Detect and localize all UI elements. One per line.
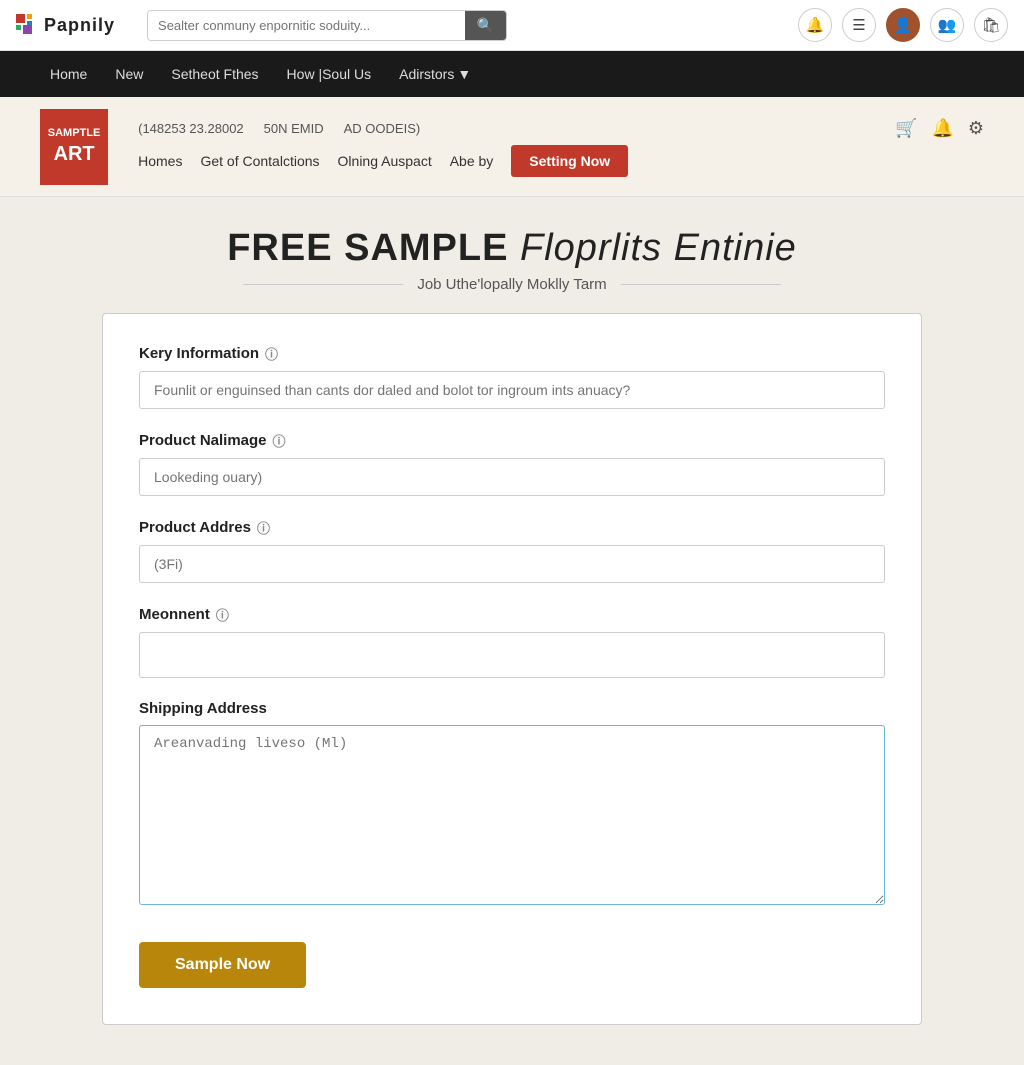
menu-icon[interactable]: ☰ <box>842 8 876 42</box>
nav-adirstors[interactable]: Adirstors ▼ <box>389 62 481 86</box>
sub-nav-contact[interactable]: Get of Contalctions <box>200 153 319 169</box>
product-name-group: Product Nalimage ⓘ <box>139 431 885 496</box>
page-title: FREE SAMPLE Floprlits Entinie <box>40 227 984 270</box>
search-button[interactable]: 🔍 <box>465 11 506 40</box>
brand-logo-line1: SAMPTLE <box>48 126 101 140</box>
setting-now-button[interactable]: Setting Now <box>511 145 628 177</box>
top-icons: 🔔 ☰ 👤 👥 🛍 <box>798 8 1008 42</box>
key-info-icon: ⓘ <box>265 344 278 363</box>
brand-icons: 🛒 🔔 ⚙ <box>895 118 984 139</box>
product-address-label: Product Addres ⓘ <box>139 518 885 537</box>
chevron-down-icon: ▼ <box>457 66 471 82</box>
product-address-info-icon: ⓘ <box>257 518 270 537</box>
logo-icon <box>16 14 38 36</box>
shipping-group: Shipping Address <box>139 700 885 910</box>
meonnent-input[interactable] <box>139 632 885 678</box>
sub-nav-abe[interactable]: Abe by <box>450 153 494 169</box>
main-nav: Home New Setheot Fthes How |Soul Us Adir… <box>0 51 1024 97</box>
notification-icon[interactable]: 🔔 <box>798 8 832 42</box>
search-bar: 🔍 <box>147 10 507 41</box>
product-name-input[interactable] <box>139 458 885 496</box>
logo-text: Papnily <box>44 15 115 36</box>
page-content: FREE SAMPLE Floprlits Entinie Job Uthe'l… <box>0 197 1024 1065</box>
user-icon[interactable]: 👤 <box>886 8 920 42</box>
key-info-group: Kery Information ⓘ <box>139 344 885 409</box>
nav-new[interactable]: New <box>105 62 153 86</box>
sub-nav: Homes Get of Contalctions Olning Auspact… <box>138 145 984 185</box>
shipping-label: Shipping Address <box>139 700 885 717</box>
key-info-input[interactable] <box>139 371 885 409</box>
product-address-group: Product Addres ⓘ <box>139 518 885 583</box>
product-name-label: Product Nalimage ⓘ <box>139 431 885 450</box>
brand-logo: SAMPTLE ART <box>40 109 108 185</box>
nav-home[interactable]: Home <box>40 62 97 86</box>
top-bar: Papnily 🔍 🔔 ☰ 👤 👥 🛍 <box>0 0 1024 51</box>
bookmark-icon[interactable]: 🔔 <box>931 118 953 139</box>
brand-bar-inner: (148253 23.28002 50N EMID AD OODEIS) 🛒 🔔… <box>138 108 984 185</box>
meonnent-info-icon: ⓘ <box>216 605 229 624</box>
page-subtitle: Job Uthe'lopally Moklly Tarm <box>403 276 620 293</box>
sub-nav-homes[interactable]: Homes <box>138 153 182 169</box>
product-address-input[interactable] <box>139 545 885 583</box>
shipping-textarea[interactable] <box>139 725 885 905</box>
sample-form-card: Kery Information ⓘ Product Nalimage ⓘ Pr… <box>102 313 922 1025</box>
bag-icon[interactable]: 🛍 <box>974 8 1008 42</box>
brand-logo-line2: ART <box>54 141 95 167</box>
nav-how[interactable]: How |Soul Us <box>277 62 382 86</box>
sub-nav-dining[interactable]: Olning Auspact <box>338 153 432 169</box>
search-input[interactable] <box>148 11 465 40</box>
brand-contact: (148253 23.28002 50N EMID AD OODEIS) <box>138 121 420 136</box>
meonnent-label: Meonnent ⓘ <box>139 605 885 624</box>
nav-setheot[interactable]: Setheot Fthes <box>161 62 268 86</box>
sample-now-button[interactable]: Sample Now <box>139 942 306 988</box>
cart-icon[interactable]: 🛒 <box>895 118 917 139</box>
brand-row-top: (148253 23.28002 50N EMID AD OODEIS) 🛒 🔔… <box>138 108 984 145</box>
account-icon[interactable]: 👥 <box>930 8 964 42</box>
title-separator: Job Uthe'lopally Moklly Tarm <box>40 276 984 293</box>
key-info-label: Kery Information ⓘ <box>139 344 885 363</box>
product-name-info-icon: ⓘ <box>273 431 286 450</box>
logo-area: Papnily <box>16 14 115 36</box>
meonnent-group: Meonnent ⓘ <box>139 605 885 678</box>
brand-bar: SAMPTLE ART (148253 23.28002 50N EMID AD… <box>0 97 1024 197</box>
settings-icon[interactable]: ⚙ <box>968 118 984 139</box>
